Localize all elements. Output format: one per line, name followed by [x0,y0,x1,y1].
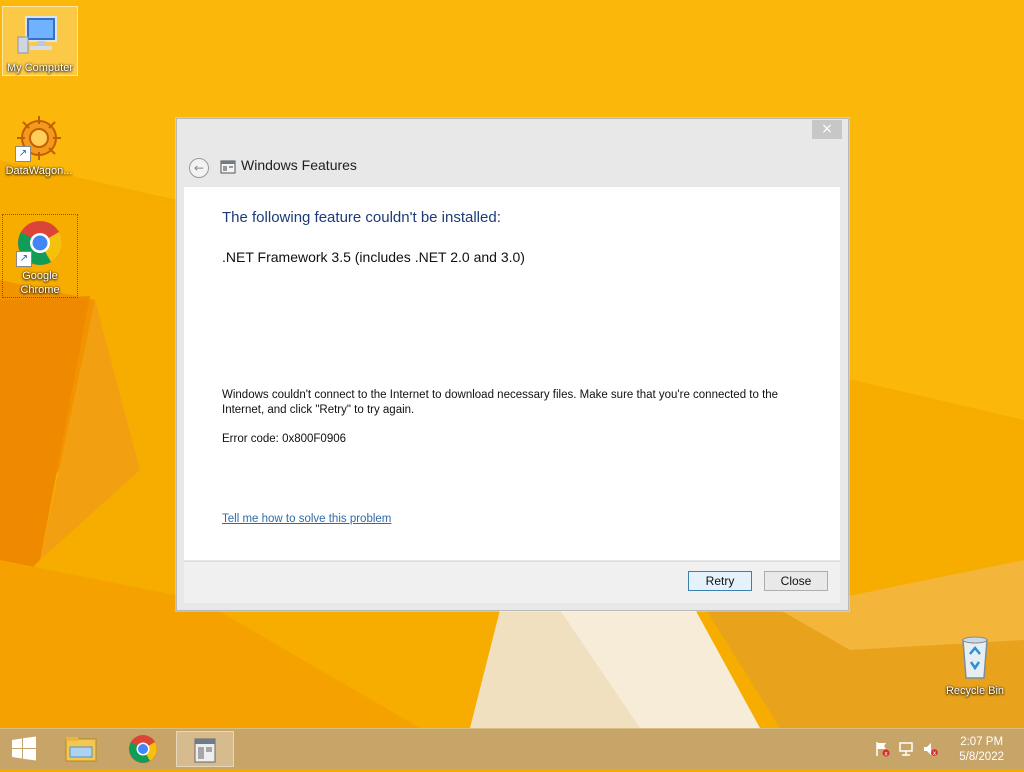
dialog-header: ← Windows Features [177,149,848,187]
error-message: Windows couldn't connect to the Internet… [222,389,779,416]
desktop-icon-recycle-bin[interactable]: Recycle Bin [938,630,1012,698]
taskbar: x x 2:07 PM 5/8/2022 [0,728,1024,769]
svg-text:x: x [933,750,937,757]
taskbar-chrome[interactable] [115,731,171,767]
shortcut-arrow-icon: ↗ [15,146,31,162]
start-icon [12,736,36,761]
taskbar-clock[interactable]: 2:07 PM 5/8/2022 [959,735,1004,765]
shortcut-arrow-icon: ↗ [16,251,32,267]
desktop-icon-label: DataWagon... [5,165,73,177]
start-button[interactable] [0,731,56,767]
close-window-button[interactable]: × [812,120,842,139]
datawagon-icon: ↗ [15,114,63,162]
svg-text:x: x [884,751,888,758]
back-arrow-icon[interactable]: ← [189,158,209,178]
desktop-icon-my-computer[interactable]: My Computer [2,6,78,76]
windows-features-dialog: × ← Windows Features The following featu… [176,118,849,611]
error-code: Error code: 0x800F0906 [222,433,347,445]
recycle-bin-icon [951,634,999,682]
windows-features-icon [194,738,216,763]
file-explorer-icon [65,737,97,762]
close-button[interactable]: Close [764,571,828,591]
dialog-content: The following feature couldn't be instal… [184,187,840,560]
help-link[interactable]: Tell me how to solve this problem [222,513,391,525]
taskbar-windows-features[interactable] [176,731,234,767]
error-heading: The following feature couldn't be instal… [222,209,501,226]
windows-features-icon [220,159,236,175]
taskbar-file-explorer[interactable] [53,731,109,767]
clock-time: 2:07 PM [960,736,1004,748]
feature-name: .NET Framework 3.5 (includes .NET 2.0 an… [222,249,525,265]
desktop-icon-label: Recycle Bin [945,685,1005,697]
chrome-icon: ↗ [16,219,64,267]
clock-date: 5/8/2022 [959,751,1004,763]
network-icon[interactable] [898,741,914,757]
retry-button[interactable]: Retry [688,571,752,591]
computer-icon [16,11,64,59]
desktop-icon-label: Google Chrome [20,270,60,296]
chrome-icon [129,735,157,763]
dialog-title: Windows Features [241,157,357,173]
action-center-flag-icon[interactable]: x [874,741,890,758]
desktop: My Computer ↗ DataWagon... ↗ Google Chro… [0,0,1024,728]
dialog-footer: Retry Close [184,561,840,603]
desktop-icon-datawagon[interactable]: ↗ DataWagon... [2,110,76,178]
volume-muted-icon[interactable]: x [922,741,938,757]
desktop-icon-google-chrome[interactable]: ↗ Google Chrome [2,214,78,298]
desktop-icon-label: My Computer [6,62,74,74]
